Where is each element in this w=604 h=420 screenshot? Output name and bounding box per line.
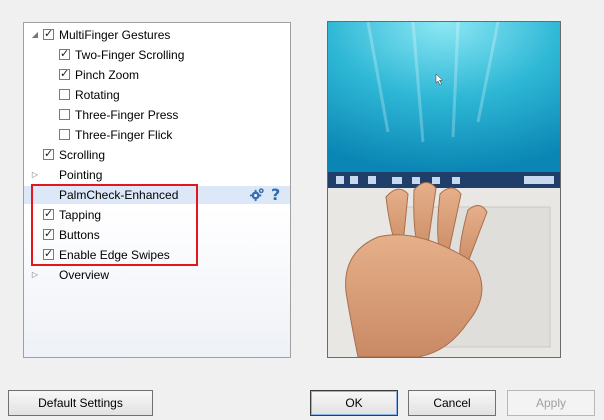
expand-arrow-icon[interactable]: ◢ xyxy=(30,30,40,40)
gesture-preview-video xyxy=(327,21,561,358)
tree-item-enable-edge-swipes[interactable]: Enable Edge Swipes xyxy=(24,246,290,264)
tree-item-label: Rotating xyxy=(75,88,120,102)
tree-item-label: Pointing xyxy=(59,168,103,182)
tree-item-rotating[interactable]: Rotating xyxy=(24,86,290,104)
checkbox-two-finger-scrolling[interactable] xyxy=(59,47,70,60)
tree-item-overview[interactable]: ▷ Overview xyxy=(24,266,290,284)
tree-item-multifinger-gestures[interactable]: ◢ MultiFinger Gestures xyxy=(24,26,290,44)
tree-item-scrolling[interactable]: Scrolling xyxy=(24,146,290,164)
tree-item-label: Enable Edge Swipes xyxy=(59,248,170,262)
tree-item-label: Two-Finger Scrolling xyxy=(75,48,185,62)
tree-item-label: PalmCheck-Enhanced xyxy=(59,188,179,202)
checkbox-three-finger-flick[interactable] xyxy=(59,129,70,140)
checkbox-multifinger-gestures[interactable] xyxy=(43,27,54,40)
tree-item-label: Three-Finger Flick xyxy=(75,128,173,142)
collapsed-arrow-icon[interactable]: ▷ xyxy=(30,170,40,180)
gesture-preview-illustration xyxy=(328,22,560,357)
tree-item-tapping[interactable]: Tapping xyxy=(24,206,290,224)
checkbox-pinch-zoom[interactable] xyxy=(59,67,70,80)
checkbox-tapping[interactable] xyxy=(43,207,54,220)
cancel-button[interactable]: Cancel xyxy=(408,390,496,416)
tree-item-two-finger-scrolling[interactable]: Two-Finger Scrolling xyxy=(24,46,290,64)
tree-item-label: Scrolling xyxy=(59,148,106,162)
tree-item-label: Tapping xyxy=(59,208,102,222)
gear-icon[interactable] xyxy=(250,187,265,202)
tree-item-pinch-zoom[interactable]: Pinch Zoom xyxy=(24,66,290,84)
tree-item-palmcheck-enhanced[interactable]: PalmCheck-Enhanced ? xyxy=(24,185,290,204)
tree-item-pointing[interactable]: ▷ Pointing xyxy=(24,166,290,184)
apply-button[interactable]: Apply xyxy=(507,390,595,416)
checkbox-scrolling[interactable] xyxy=(43,147,54,160)
tree-item-label: Three-Finger Press xyxy=(75,108,179,122)
checkbox-buttons[interactable] xyxy=(43,227,54,240)
settings-tree: ◢ MultiFinger Gestures Two-Finger Scroll… xyxy=(23,22,291,358)
tree-item-buttons[interactable]: Buttons xyxy=(24,226,290,244)
tree-item-three-finger-press[interactable]: Three-Finger Press xyxy=(24,106,290,124)
checkbox-rotating[interactable] xyxy=(59,89,70,100)
checkbox-enable-edge-swipes[interactable] xyxy=(43,247,54,260)
collapsed-arrow-icon[interactable]: ▷ xyxy=(30,270,40,280)
tree-item-label: Overview xyxy=(59,268,110,282)
help-icon[interactable]: ? xyxy=(271,185,280,204)
checkbox-three-finger-press[interactable] xyxy=(59,109,70,120)
tree-item-label: MultiFinger Gestures xyxy=(59,28,171,42)
default-settings-button[interactable]: Default Settings xyxy=(8,390,153,416)
ok-button[interactable]: OK xyxy=(310,390,398,416)
tree-item-label: Buttons xyxy=(59,228,100,242)
tree-item-three-finger-flick[interactable]: Three-Finger Flick xyxy=(24,126,290,144)
tree-item-label: Pinch Zoom xyxy=(75,68,140,82)
